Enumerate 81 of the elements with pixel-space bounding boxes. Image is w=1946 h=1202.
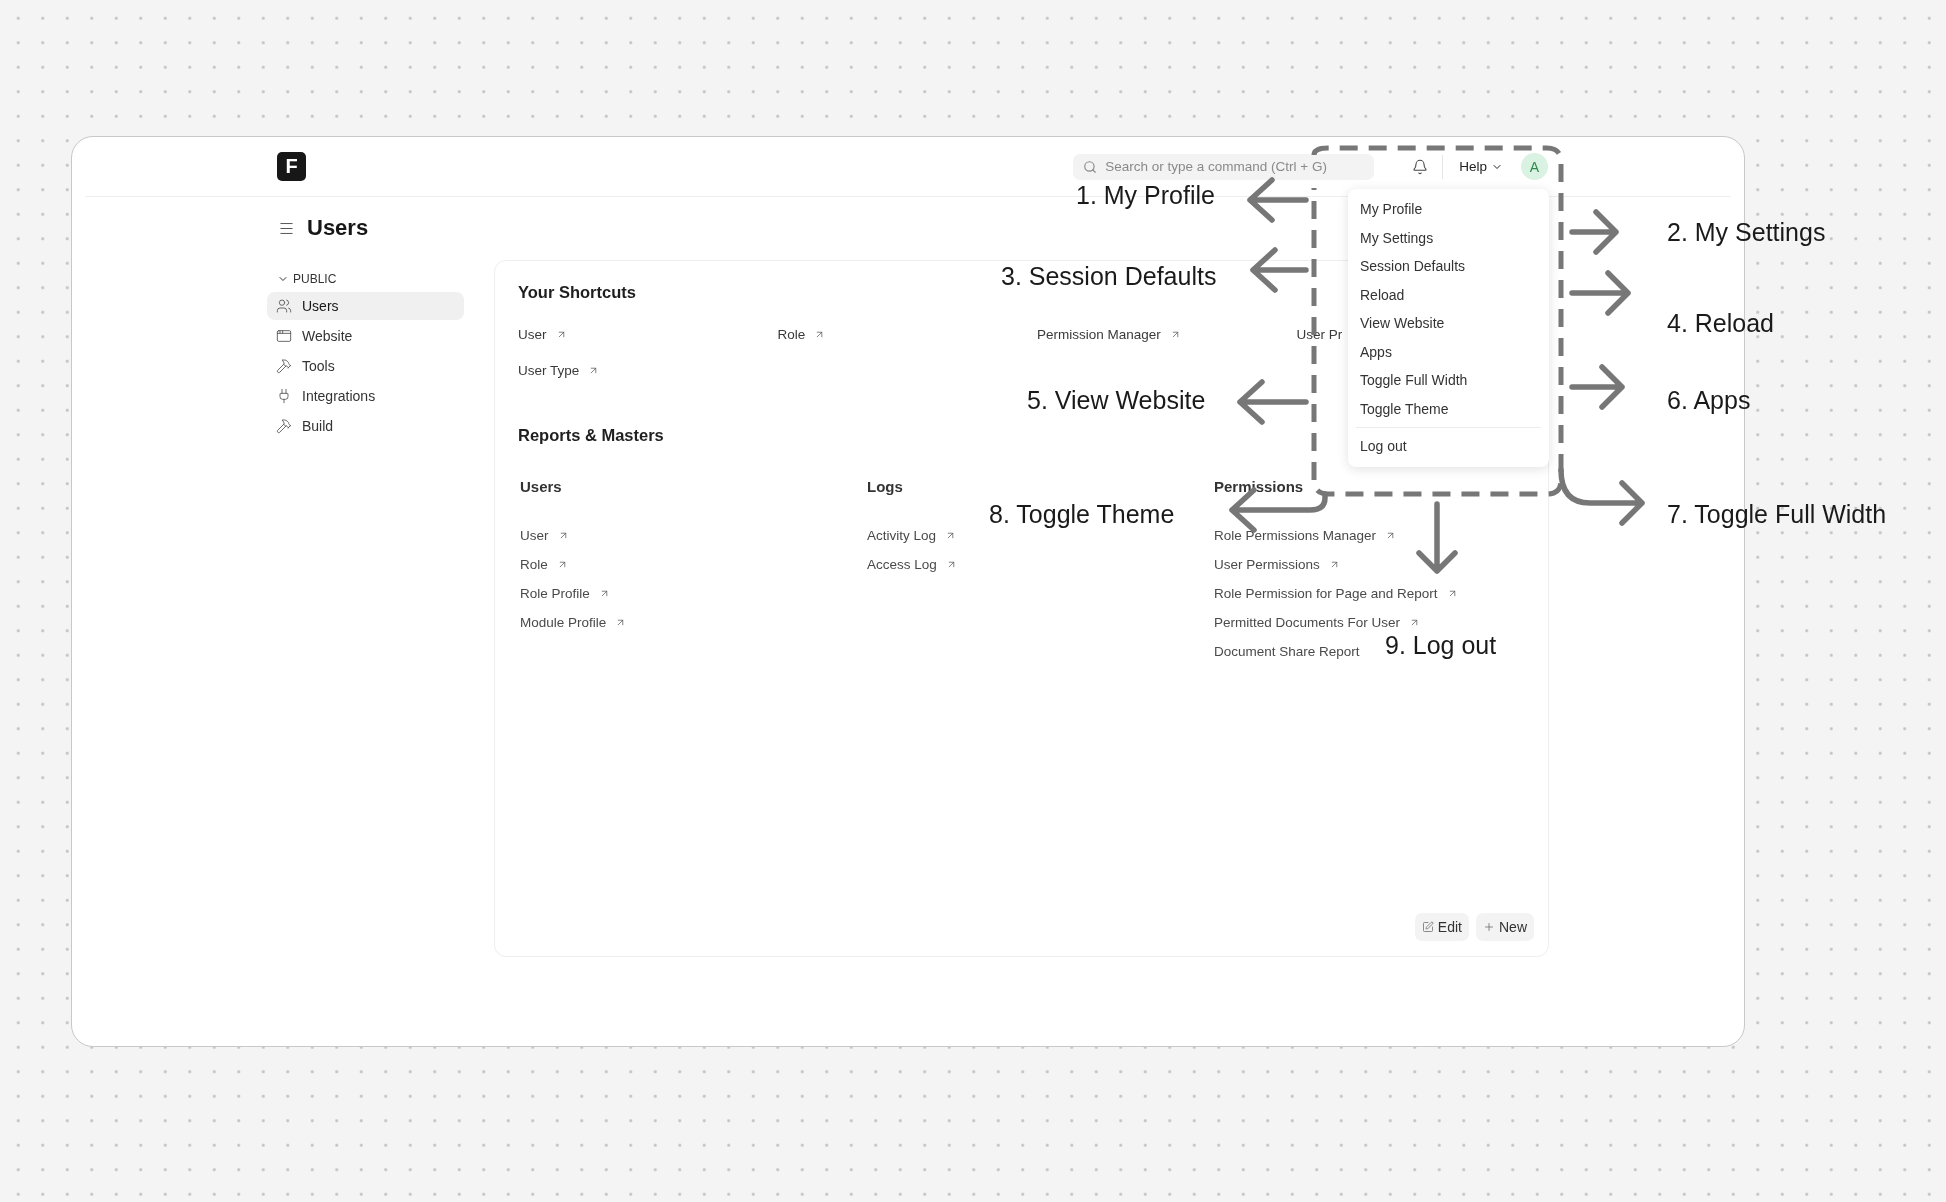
shortcut-link[interactable]: Role Profile (520, 583, 610, 603)
page-title: Users (307, 215, 369, 241)
column-title: Logs (867, 478, 903, 497)
callout-arrow (1247, 177, 1309, 223)
menu-item[interactable]: My Settings (1348, 223, 1549, 252)
link-label: Role (520, 556, 548, 572)
link-label: Role Profile (520, 585, 590, 601)
callout-arrow (1250, 247, 1309, 293)
search-field[interactable]: Search or type a command (Ctrl + G) (1073, 153, 1375, 180)
sidebar-item[interactable]: Website (267, 322, 464, 350)
hammer-icon (276, 358, 292, 374)
callout-label: 2. My Settings (1667, 217, 1826, 247)
action-button[interactable]: Edit (1414, 913, 1469, 941)
callout-label: 6. Apps (1667, 385, 1751, 415)
shortcut-link[interactable]: Role (520, 554, 568, 574)
hammer-icon (276, 418, 292, 434)
shortcut-link[interactable]: Document Share Report (1214, 641, 1360, 661)
column-title: Permissions (1214, 478, 1304, 497)
column-title: Users (520, 478, 562, 497)
callout-label: 7. Toggle Full Width (1667, 499, 1887, 529)
callout-arrow (1237, 379, 1309, 425)
link-label: Role Permissions Manager (1214, 527, 1377, 543)
callout-label: 5. View Website (1027, 385, 1206, 415)
sidebar-item[interactable]: Build (267, 412, 464, 440)
notification-bell-icon[interactable] (1412, 158, 1429, 175)
shortcut-link[interactable]: Role Permissions Manager (1214, 525, 1397, 545)
plug-icon (276, 388, 292, 404)
section-title: Your Shortcuts (518, 283, 636, 302)
callout-arrow (1569, 209, 1619, 255)
menu-item[interactable]: View Website (1348, 309, 1549, 338)
menu-item[interactable]: Toggle Theme (1348, 394, 1549, 423)
link-label: User Type (518, 362, 580, 378)
shortcut-link[interactable]: User (520, 525, 569, 545)
link-label: Role Permission for Page and Report (1214, 585, 1438, 601)
link-label: User (518, 326, 547, 342)
section-title: Reports & Masters (518, 426, 664, 445)
callout-label: 4. Reload (1667, 308, 1775, 338)
link-label: Access Log (867, 556, 937, 572)
shortcut-link[interactable]: Role Permission for Page and Report (1214, 583, 1458, 603)
callout-label: 9. Log out (1385, 630, 1497, 660)
link-label: Role (777, 326, 806, 342)
shortcut-link[interactable]: Permitted Documents For User (1214, 612, 1421, 632)
shortcut-link[interactable]: Permission Manager (1037, 324, 1181, 344)
sidebar-item[interactable]: Integrations (267, 382, 464, 410)
shortcut-link[interactable]: Module Profile (520, 612, 627, 632)
link-label: Permission Manager (1037, 326, 1161, 342)
plus-icon (1483, 921, 1495, 933)
menu-item[interactable]: Log out (1348, 432, 1549, 461)
browser-window-icon (276, 328, 292, 344)
sidebar-section-toggle[interactable]: PUBLIC (267, 270, 337, 288)
help-menu-button[interactable]: Help (1455, 157, 1507, 176)
shortcut-link[interactable]: User Type (518, 360, 600, 380)
menu-item[interactable]: Apps (1348, 337, 1549, 366)
shortcut-link[interactable]: Role (777, 324, 826, 344)
callout-label: 1. My Profile (1076, 180, 1215, 210)
link-label: User (520, 527, 549, 543)
sidebar-item[interactable]: Users (267, 292, 464, 320)
action-button[interactable]: New (1476, 913, 1534, 941)
link-label: User Permissions (1214, 556, 1320, 572)
section-label: PUBLIC (293, 272, 337, 286)
callout-arrow (1569, 364, 1625, 410)
link-label: Module Profile (520, 614, 607, 630)
link-label: Activity Log (867, 527, 937, 543)
app-logo[interactable]: F (277, 152, 306, 181)
menu-item[interactable]: My Profile (1348, 195, 1549, 224)
search-icon (1083, 159, 1098, 174)
menu-item[interactable]: Toggle Full Width (1348, 366, 1549, 395)
edit-icon (1421, 921, 1434, 933)
shortcut-link[interactable]: User (518, 324, 567, 344)
menu-item[interactable]: Session Defaults (1348, 252, 1549, 281)
shortcut-link[interactable]: Access Log (867, 554, 957, 574)
users-icon (276, 298, 292, 314)
callout-label: 3. Session Defaults (1001, 261, 1217, 291)
menu-item[interactable]: Reload (1348, 280, 1549, 309)
callout-label: 8. Toggle Theme (989, 499, 1175, 529)
link-label: Permitted Documents For User (1214, 614, 1401, 630)
callout-arrow (1569, 270, 1631, 316)
sidebar-item[interactable]: Tools (267, 352, 464, 380)
user-avatar[interactable]: A (1521, 153, 1548, 180)
shortcut-link[interactable]: User Permissions (1214, 554, 1340, 574)
shortcut-link[interactable]: Activity Log (867, 525, 957, 545)
